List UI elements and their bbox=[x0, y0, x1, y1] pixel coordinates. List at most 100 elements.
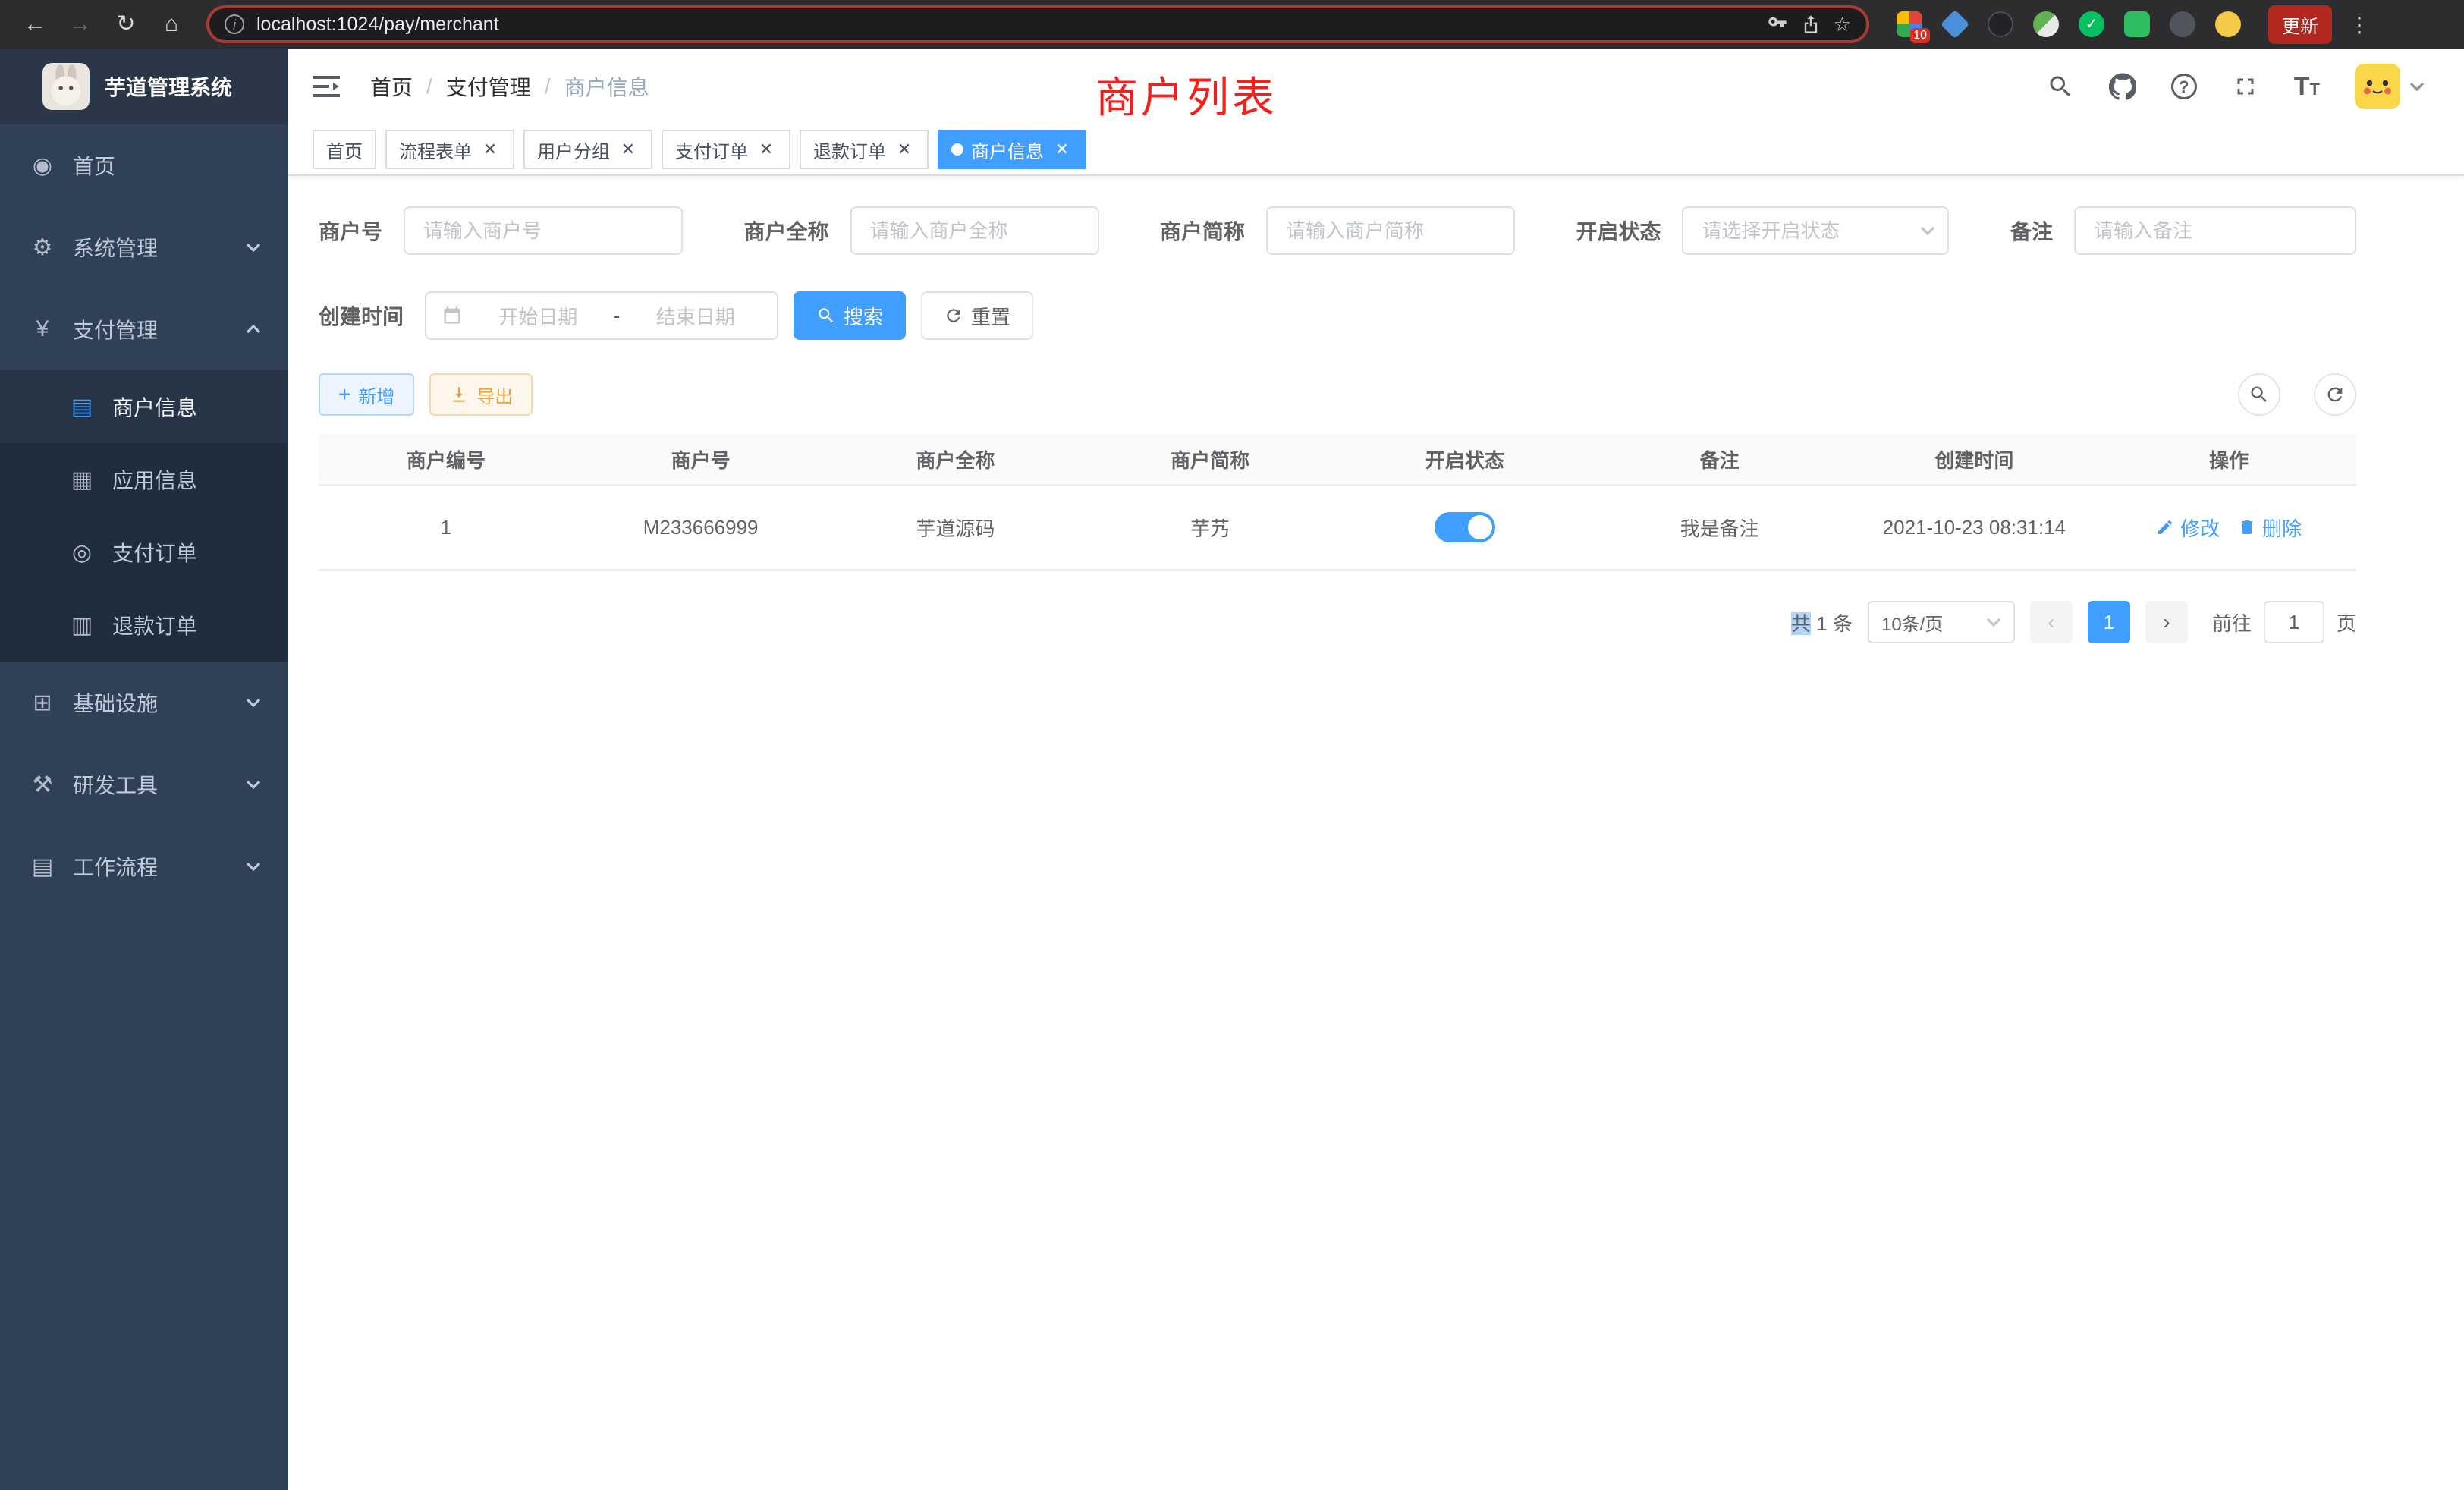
sidebar-item-merchant-info[interactable]: ▤ 商户信息 bbox=[0, 370, 288, 443]
help-icon[interactable]: ? bbox=[2171, 74, 2197, 99]
url-text[interactable]: localhost:1024/pay/merchant bbox=[256, 14, 1755, 36]
filter-row-1: 商户号 商户全称 商户简称 开启状态 bbox=[319, 206, 2356, 255]
close-icon[interactable]: ✕ bbox=[618, 139, 639, 160]
tab-label: 退款订单 bbox=[813, 137, 886, 163]
add-button[interactable]: + 新增 bbox=[319, 373, 414, 416]
cell-create-time: 2021-10-23 08:31:14 bbox=[1847, 516, 2102, 539]
remark-input[interactable] bbox=[2074, 206, 2356, 255]
edit-button[interactable]: 修改 bbox=[2156, 514, 2220, 542]
sidebar-item-app-info[interactable]: ▦ 应用信息 bbox=[0, 443, 288, 516]
chevron-down-icon bbox=[246, 240, 261, 255]
sidebar-item-devtools[interactable]: ⚒ 研发工具 bbox=[0, 743, 288, 825]
tab-user-group[interactable]: 用户分组✕ bbox=[523, 130, 652, 169]
tab-label: 商户信息 bbox=[971, 137, 1044, 163]
status-select[interactable] bbox=[1682, 206, 1949, 255]
date-range-picker[interactable]: 开始日期 - 结束日期 bbox=[425, 291, 778, 340]
home-icon[interactable]: ⌂ bbox=[152, 5, 191, 44]
sidebar-item-refund-order[interactable]: ▥ 退款订单 bbox=[0, 589, 288, 662]
close-icon[interactable]: ✕ bbox=[756, 139, 777, 160]
goto-label: 前往 bbox=[2212, 608, 2252, 637]
search-button-label: 搜索 bbox=[844, 302, 883, 330]
sidebar-item-pay-order[interactable]: ◎ 支付订单 bbox=[0, 516, 288, 589]
key-icon[interactable] bbox=[1767, 14, 1788, 35]
breadcrumb-home[interactable]: 首页 bbox=[370, 71, 413, 102]
extension-icon[interactable] bbox=[1941, 10, 1969, 39]
full-name-input[interactable] bbox=[850, 206, 1099, 255]
reset-button[interactable]: 重置 bbox=[921, 291, 1033, 340]
browser-menu-icon[interactable]: ⋮ bbox=[2347, 12, 2371, 37]
browser-update-button[interactable]: 更新 bbox=[2268, 5, 2332, 44]
sidebar-item-infrastructure[interactable]: ⊞ 基础设施 bbox=[0, 662, 288, 743]
page-number-button[interactable]: 1 bbox=[2088, 601, 2130, 643]
grid-icon: ▦ bbox=[70, 467, 94, 493]
tab-home[interactable]: 首页 bbox=[313, 130, 376, 169]
page-size-select[interactable]: 10条/页 bbox=[1868, 601, 2015, 643]
dashboard-icon: ◉ bbox=[30, 152, 55, 179]
close-icon[interactable]: ✕ bbox=[894, 139, 915, 160]
cell-full-name: 芋道源码 bbox=[828, 514, 1083, 542]
share-icon[interactable] bbox=[1800, 14, 1821, 35]
chevron-down-icon bbox=[1920, 223, 1935, 238]
prev-page-button[interactable]: ‹ bbox=[2030, 601, 2073, 643]
page-info-icon[interactable]: i bbox=[225, 14, 244, 34]
tab-process-form[interactable]: 流程表单✕ bbox=[385, 130, 514, 169]
tab-label: 首页 bbox=[326, 137, 363, 163]
toggle-search-icon[interactable] bbox=[2238, 373, 2280, 416]
back-icon[interactable]: ← bbox=[15, 5, 55, 44]
date-end-placeholder[interactable]: 结束日期 bbox=[629, 302, 762, 330]
hamburger-icon[interactable] bbox=[313, 71, 343, 102]
extension-icon[interactable] bbox=[2033, 11, 2059, 37]
card-icon: ▤ bbox=[70, 394, 94, 420]
delete-button[interactable]: 删除 bbox=[2238, 514, 2302, 542]
url-bar[interactable]: i localhost:1024/pay/merchant ☆ bbox=[206, 5, 1869, 43]
column-header: 商户号 bbox=[574, 445, 828, 473]
main-area: 首页 / 支付管理 / 商户信息 商户列表 ? TT bbox=[288, 49, 2464, 1490]
tab-refund-order[interactable]: 退款订单 ✕ bbox=[800, 130, 929, 169]
goto-page-input[interactable] bbox=[2264, 601, 2324, 643]
tab-merchant-info[interactable]: 商户信息 ✕ bbox=[938, 130, 1086, 169]
export-button[interactable]: 导出 bbox=[429, 373, 533, 416]
fullscreen-icon[interactable] bbox=[2232, 73, 2259, 100]
cell-remark: 我是备注 bbox=[1592, 514, 1847, 542]
sidebar: 芋道管理系统 ◉ 首页 ⚙ 系统管理 ¥ 支付管理 ▤ 商户信息 bbox=[0, 49, 288, 1490]
create-time-label: 创建时间 bbox=[319, 300, 404, 331]
sidebar-item-payment[interactable]: ¥ 支付管理 bbox=[0, 288, 288, 370]
search-icon[interactable] bbox=[2047, 73, 2074, 100]
reload-icon[interactable]: ↻ bbox=[106, 5, 146, 44]
reset-button-label: 重置 bbox=[971, 302, 1010, 330]
avatar-image bbox=[2355, 64, 2400, 109]
forward-icon[interactable]: → bbox=[61, 5, 100, 44]
extension-icon[interactable] bbox=[1988, 11, 2013, 37]
total-prefix: 共 bbox=[1791, 612, 1811, 635]
breadcrumb-payment[interactable]: 支付管理 bbox=[446, 71, 531, 102]
extension-icon[interactable] bbox=[2124, 11, 2150, 37]
app-logo[interactable]: 芋道管理系统 bbox=[0, 49, 288, 124]
short-name-input[interactable] bbox=[1266, 206, 1515, 255]
sidebar-item-home[interactable]: ◉ 首页 bbox=[0, 124, 288, 206]
github-icon[interactable] bbox=[2109, 73, 2136, 100]
extension-icon[interactable] bbox=[2170, 11, 2195, 37]
status-toggle[interactable] bbox=[1435, 512, 1495, 542]
status-select-input[interactable] bbox=[1682, 206, 1949, 255]
sidebar-item-label: 退款订单 bbox=[112, 610, 197, 640]
trash-icon bbox=[2238, 518, 2256, 536]
bookmark-star-icon[interactable]: ☆ bbox=[1834, 13, 1851, 36]
extension-icon[interactable]: 10 bbox=[1897, 11, 1922, 37]
emoji-extension-icon[interactable] bbox=[2215, 11, 2241, 37]
user-avatar[interactable] bbox=[2355, 64, 2425, 109]
close-icon[interactable]: ✕ bbox=[1051, 139, 1073, 160]
close-icon[interactable]: ✕ bbox=[479, 139, 501, 160]
sidebar-item-system[interactable]: ⚙ 系统管理 bbox=[0, 206, 288, 288]
extension-icon[interactable]: ✓ bbox=[2079, 11, 2104, 37]
sidebar-item-label: 商户信息 bbox=[112, 391, 197, 422]
navbar-tools: ? TT bbox=[2047, 64, 2440, 109]
date-start-placeholder[interactable]: 开始日期 bbox=[472, 302, 605, 330]
font-size-icon[interactable]: TT bbox=[2294, 74, 2320, 99]
refresh-table-icon[interactable] bbox=[2314, 373, 2356, 416]
tab-pay-order[interactable]: 支付订单✕ bbox=[662, 130, 790, 169]
search-button[interactable]: 搜索 bbox=[794, 291, 906, 340]
pencil-icon bbox=[2156, 518, 2174, 536]
next-page-button[interactable]: › bbox=[2145, 601, 2188, 643]
merchant-no-input[interactable] bbox=[404, 206, 683, 255]
sidebar-item-workflow[interactable]: ▤ 工作流程 bbox=[0, 825, 288, 907]
